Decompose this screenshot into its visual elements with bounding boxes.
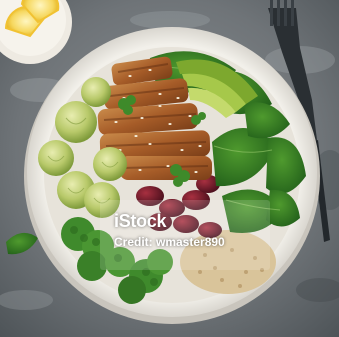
watermark-brand: iStock xyxy=(114,211,167,231)
watermark: iStock Credit: wmaster890 xyxy=(100,200,270,270)
watermark-credit: Credit: wmaster890 xyxy=(114,235,225,249)
food-photo xyxy=(0,0,339,337)
photo-stage: iStock Credit: wmaster890 xyxy=(0,0,339,337)
